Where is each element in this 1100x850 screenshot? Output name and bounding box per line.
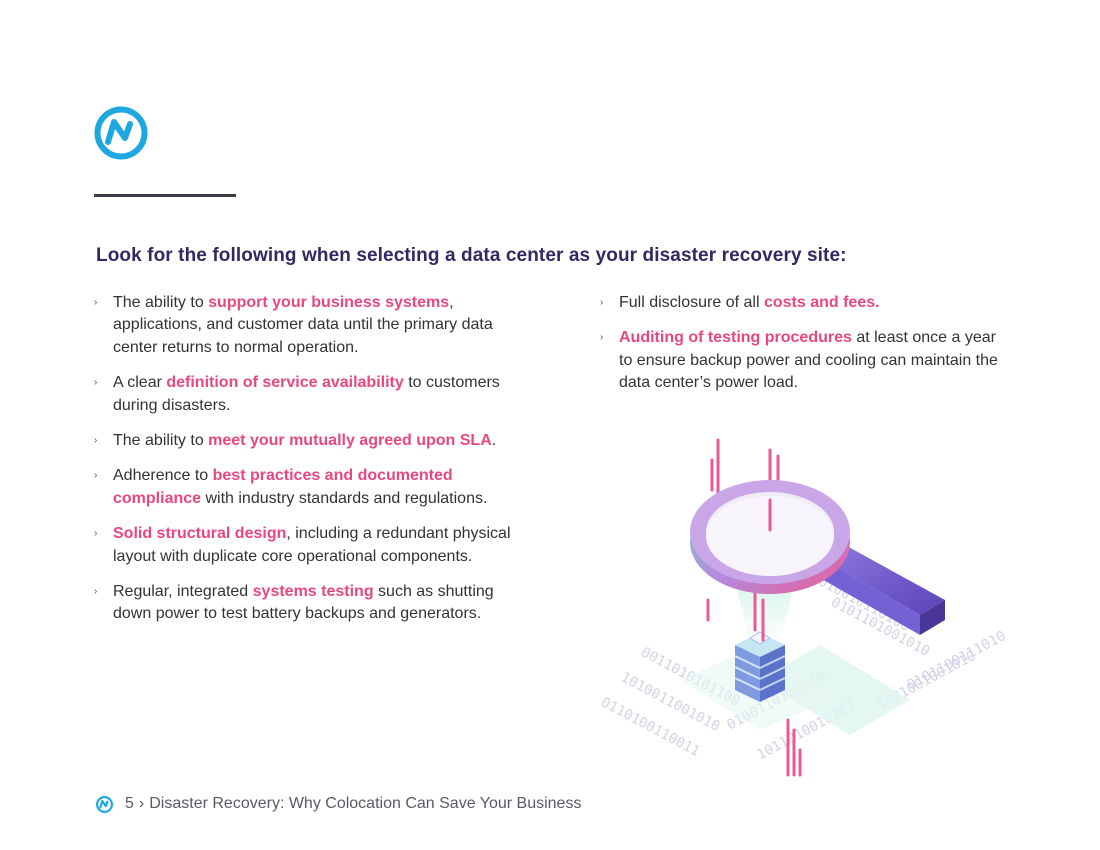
document-title: Disaster Recovery: Why Colocation Can Sa… xyxy=(149,795,582,812)
bullet-marker: › xyxy=(94,470,98,482)
magnifier-server-illustration: 0011010101100 1010011001010 011010011001… xyxy=(598,438,1009,777)
body-text: Regular, integrated xyxy=(113,583,253,601)
svg-text:0101100111010: 0101100111010 xyxy=(904,628,1008,694)
body-text: Adherence to xyxy=(113,467,213,485)
highlight-text: Auditing of testing procedures xyxy=(619,329,852,347)
highlight-text: systems testing xyxy=(252,583,374,601)
bullet-marker: › xyxy=(94,528,98,540)
brand-logo-small xyxy=(96,795,113,813)
body-text: . xyxy=(491,432,497,450)
highlight-text: support your business systems xyxy=(208,294,450,311)
requirement-item: › The ability to support your business sy… xyxy=(94,292,514,359)
highlight-text: meet your mutually agreed upon SLA xyxy=(208,432,492,450)
requirement-item: › Solid structural design, including a re… xyxy=(94,523,514,568)
requirement-item: › Adherence to best practices and documen… xyxy=(94,465,514,510)
requirement-item: › A clear definition of service availabil… xyxy=(94,372,514,417)
brand-logo xyxy=(94,106,148,160)
bullet-marker: › xyxy=(94,377,98,389)
body-text: A clear xyxy=(113,374,167,392)
bullet-marker: › xyxy=(94,297,98,308)
requirement-item: › Full disclosure of all costs and fees. xyxy=(600,292,1000,314)
body-text: The ability to xyxy=(113,432,209,450)
body-text: Full disclosure of all xyxy=(619,294,764,311)
highlight-text: Solid structural design xyxy=(113,525,287,543)
requirements-list-left: › The ability to support your business sy… xyxy=(94,292,514,639)
bullet-marker: › xyxy=(94,435,98,447)
bullet-marker: › xyxy=(600,297,604,308)
body-text: The ability to xyxy=(113,294,209,311)
highlight-text: definition of service availability xyxy=(166,374,404,392)
bullet-marker: › xyxy=(94,586,98,598)
section-heading: Look for the following when selecting a … xyxy=(96,245,847,266)
requirement-item: › The ability to meet your mutually agree… xyxy=(94,430,514,452)
header-divider xyxy=(94,194,236,197)
bullet-marker: › xyxy=(600,332,604,344)
footer-separator: › xyxy=(138,795,145,812)
page-number: 5 xyxy=(125,795,134,812)
highlight-text: costs and fees. xyxy=(763,294,880,311)
requirements-list-right: › Full disclosure of all costs and fees. ›… xyxy=(600,292,1000,408)
requirement-item: › Regular, integrated systems testing suc… xyxy=(94,581,514,626)
page-footer: 5 › Disaster Recovery: Why Colocation Ca… xyxy=(96,795,581,813)
requirement-item: › Auditing of testing procedures at least… xyxy=(600,327,1000,394)
body-text: with industry standards and regulations. xyxy=(201,489,488,507)
